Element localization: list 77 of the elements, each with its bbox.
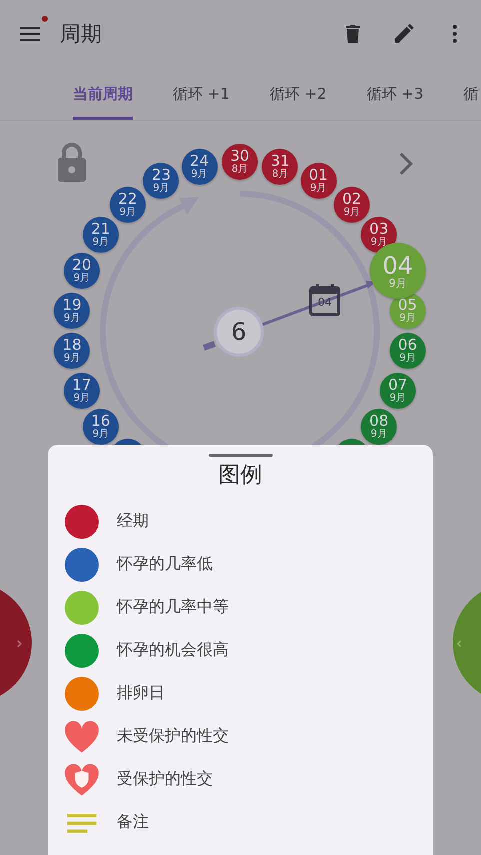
day-number: 02 <box>342 192 362 206</box>
calendar-date: 04 <box>317 296 333 309</box>
month-label: 9月 <box>92 236 110 248</box>
day-circle[interactable]: 08 9月 <box>361 409 398 445</box>
tab[interactable]: 循 <box>464 68 479 120</box>
day-number: 07 <box>388 378 408 393</box>
tab[interactable]: 当前周期 <box>73 68 133 120</box>
day-number: 03 <box>370 222 389 237</box>
day-number: 30 <box>230 149 250 164</box>
month-label: 9月 <box>153 183 170 194</box>
month-label: 9月 <box>370 429 388 440</box>
tab[interactable]: 循环 +2 <box>270 68 327 120</box>
day-circle[interactable]: 31 8月 <box>262 148 298 185</box>
tab[interactable]: 循环 +1 <box>173 68 230 120</box>
day-circle[interactable]: 19 9月 <box>54 292 90 329</box>
month-label: 9月 <box>74 392 90 404</box>
day-circle[interactable]: 21 9月 <box>82 216 119 253</box>
month-label: 9月 <box>92 429 110 440</box>
day-number: 17 <box>72 378 92 393</box>
heart-icon <box>64 718 100 754</box>
day-circle[interactable]: 02 9月 <box>334 186 370 222</box>
legend-label: 排卵日 <box>117 683 165 704</box>
day-number: 06 <box>398 338 418 354</box>
day-circle[interactable]: 01 9月 <box>300 163 337 200</box>
day-circle[interactable]: 24 9月 <box>182 148 218 185</box>
month-label: 9月 <box>64 312 80 324</box>
legend-label: 备注 <box>117 812 149 833</box>
legend-label: 受保护的性交 <box>117 769 213 790</box>
day-number: 16 <box>91 414 110 429</box>
legend-title: 图例 <box>218 462 264 490</box>
day-circle[interactable]: 03 9月 <box>361 216 398 253</box>
day-number: 24 <box>190 154 210 169</box>
day-number: 18 <box>62 338 82 354</box>
day-number: 08 <box>370 414 389 429</box>
day-circle[interactable]: 06 9月 <box>390 333 426 370</box>
month-label: 9月 <box>191 168 208 180</box>
day-number: 21 <box>91 222 110 237</box>
day-circle[interactable]: 16 9月 <box>82 409 119 445</box>
day-number: 23 <box>152 168 171 184</box>
month-label: 9月 <box>310 183 327 194</box>
legend-label: 怀孕的几率中等 <box>117 597 229 618</box>
legend-label: 未受保护的性交 <box>117 726 229 747</box>
day-number: 19 <box>62 298 82 313</box>
legend-label: 怀孕的几率低 <box>117 554 213 575</box>
month-label: 8月 <box>232 164 248 175</box>
month-label: 9月 <box>400 353 416 364</box>
day-circle[interactable]: 20 9月 <box>64 253 100 290</box>
legend-label: 经期 <box>117 511 149 532</box>
month-label: 8月 <box>272 168 289 180</box>
day-circle[interactable]: 22 9月 <box>110 186 146 222</box>
month-label: 9月 <box>389 278 408 289</box>
drag-handle[interactable] <box>208 454 272 457</box>
day-circle[interactable]: 07 9月 <box>380 372 416 409</box>
day-circle[interactable]: 18 9月 <box>54 333 90 370</box>
legend-label: 怀孕的机会很高 <box>117 640 229 661</box>
month-label: 9月 <box>64 353 80 364</box>
day-circle[interactable]: 23 9月 <box>143 163 180 200</box>
day-number: 05 <box>398 298 418 313</box>
page-title: 周期 <box>60 21 103 48</box>
month-label: 9月 <box>390 392 406 404</box>
chevron-right-icon[interactable] <box>398 152 416 176</box>
day-circle[interactable]: 30 8月 <box>222 144 258 180</box>
day-number: 01 <box>308 168 328 184</box>
month-label: 9月 <box>344 206 360 218</box>
tab[interactable]: 循环 +3 <box>366 68 424 120</box>
month-label: 9月 <box>400 312 416 324</box>
edit-icon[interactable] <box>392 22 416 46</box>
day-number: 22 <box>118 192 138 206</box>
calendar-icon[interactable] <box>309 283 341 317</box>
day-number: 20 <box>72 258 92 274</box>
day-number: 31 <box>270 154 290 169</box>
cycle-day-counter: 6 <box>214 307 264 357</box>
shield-heart-icon <box>64 762 100 798</box>
month-label: 9月 <box>74 273 90 284</box>
day-circle[interactable]: 17 9月 <box>64 372 100 409</box>
day-number: 04 <box>382 254 414 278</box>
month-label: 9月 <box>120 206 136 218</box>
